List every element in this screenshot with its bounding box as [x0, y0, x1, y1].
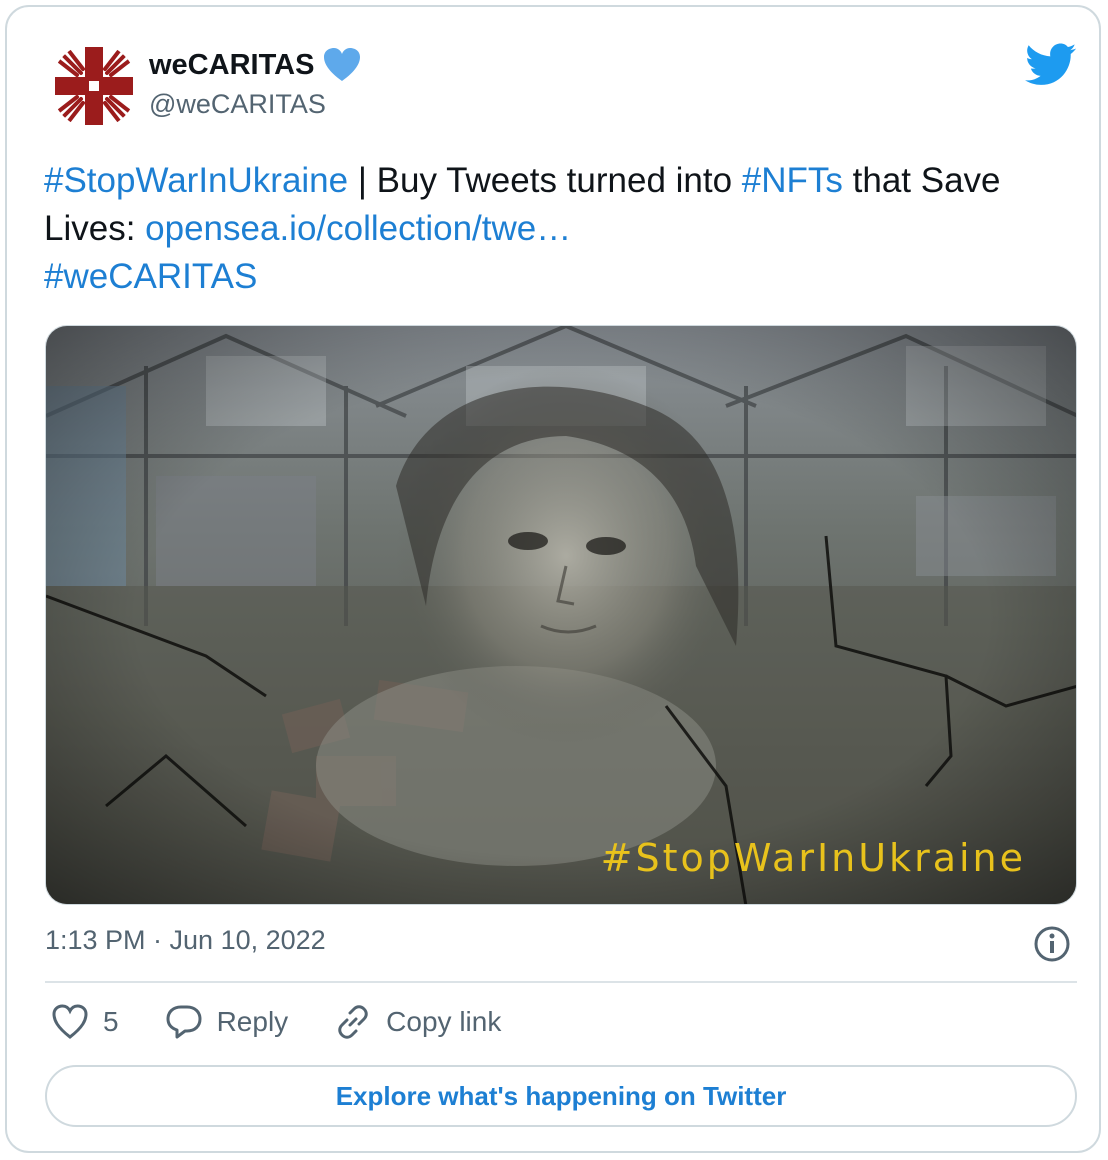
caritas-logo — [55, 47, 133, 125]
war-ukraine-photo: #StopWarInUkraine — [46, 326, 1076, 904]
reply-button[interactable]: Reply — [165, 1004, 289, 1040]
copy-link-label: Copy link — [386, 1006, 502, 1037]
tweet-text-part1: | Buy Tweets turned into — [348, 161, 742, 200]
twitter-bird-icon[interactable] — [1025, 43, 1077, 87]
reply-bubble-icon — [166, 1005, 202, 1039]
info-icon[interactable] — [1033, 925, 1071, 963]
image-overlay-hashtag: #StopWarInUkraine — [601, 836, 1026, 880]
like-button[interactable]: 5 — [51, 1004, 119, 1040]
explore-twitter-button[interactable]: Explore what's happening on Twitter — [45, 1065, 1077, 1127]
hashtag-stopwarinukraine[interactable]: #StopWarInUkraine — [44, 161, 348, 200]
copy-link-button[interactable]: Copy link — [334, 1003, 501, 1041]
like-count: 5 — [103, 1006, 119, 1037]
hashtag-wecaritas[interactable]: #weCARITAS — [44, 257, 257, 296]
opensea-link[interactable]: opensea.io/collection/twe… — [145, 209, 571, 248]
tweet-text: #StopWarInUkraine | Buy Tweets turned in… — [44, 157, 1044, 301]
link-icon — [338, 1005, 368, 1039]
handle[interactable]: @weCARITAS — [149, 89, 326, 120]
tweet-card: weCARITAS @weCARITAS #StopWarInUkraine |… — [5, 5, 1101, 1153]
avatar[interactable] — [51, 43, 137, 129]
author-name-row[interactable]: weCARITAS — [149, 47, 362, 83]
timestamp[interactable]: 1:13 PM · Jun 10, 2022 — [45, 925, 326, 956]
hashtag-nfts[interactable]: #NFTs — [742, 161, 843, 200]
reply-label: Reply — [216, 1006, 289, 1037]
tweet-image[interactable]: #StopWarInUkraine — [45, 325, 1077, 905]
heart-icon — [52, 1004, 88, 1039]
divider — [45, 981, 1077, 983]
display-name[interactable]: weCARITAS — [149, 49, 314, 82]
verified-heart-icon — [324, 48, 361, 81]
action-bar: 5 Reply Copy link — [51, 1003, 501, 1041]
